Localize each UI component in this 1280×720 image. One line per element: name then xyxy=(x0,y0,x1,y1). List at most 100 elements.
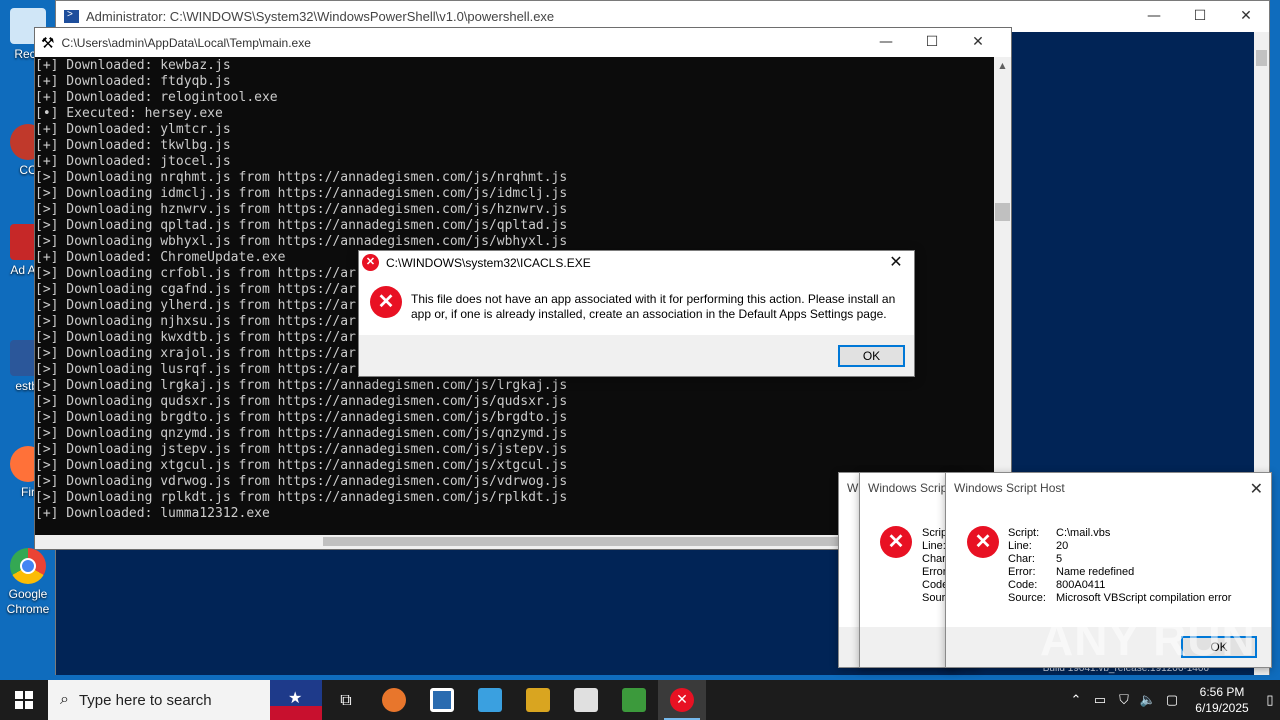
notifications-icon[interactable]: ▯ xyxy=(1260,692,1280,708)
display-icon[interactable]: ▢ xyxy=(1160,692,1184,708)
clock[interactable]: 6:56 PM 6/19/2025 xyxy=(1184,684,1260,716)
task-view-icon: ⧉ xyxy=(340,690,352,709)
console-title: C:\Users\admin\AppData\Local\Temp\main.e… xyxy=(61,35,311,50)
powershell-icon xyxy=(64,9,79,23)
taskbar-search[interactable]: ⌕ Type here to search xyxy=(48,680,322,720)
desktop-icon-chrome[interactable]: Google Chrome xyxy=(0,548,56,617)
error-icon: ✕ xyxy=(362,254,379,271)
console-line: [>] Downloading wbhyxl.js from https://a… xyxy=(35,234,568,249)
taskbar-app-error[interactable]: ✕ xyxy=(658,680,706,720)
detail-row: Line: 20 xyxy=(1008,540,1231,553)
task-view-button[interactable]: ⧉ xyxy=(322,680,370,720)
files-icon xyxy=(526,688,550,712)
close-icon[interactable]: ✕ xyxy=(955,28,1001,56)
console-line: [+] Downloaded: kewbaz.js xyxy=(35,58,231,73)
taskbar-app-files[interactable] xyxy=(514,680,562,720)
minimize-icon[interactable]: — xyxy=(1131,1,1177,31)
detail-value: 5 xyxy=(1056,553,1063,565)
error-icon: ✕ xyxy=(670,688,694,712)
scrollbar-thumb[interactable] xyxy=(1256,50,1267,66)
console-line: [>] Downloading jstepv.js from https://a… xyxy=(35,442,568,457)
detail-key: Line: xyxy=(1008,540,1032,552)
taskbar: ⌕ Type here to search ⧉ ✕ ⌃ ▭ ⛉ 🔈 ▢ 6:56… xyxy=(0,680,1280,720)
close-icon[interactable]: ✕ xyxy=(884,252,908,272)
console-line: [+] Downloaded: tkwlbg.js xyxy=(35,138,231,153)
monitor-icon xyxy=(478,688,502,712)
console-line: [>] Downloading nrqhmt.js from https://a… xyxy=(35,170,568,185)
detail-key: Code: xyxy=(1008,579,1038,591)
dialog-title: Windows Script Host xyxy=(954,481,1065,495)
console-line: [+] Downloaded: ftdyqb.js xyxy=(35,74,231,89)
detail-key: Source: xyxy=(1008,592,1046,604)
console-line: [+] Downloaded: relogintool.exe xyxy=(35,90,278,105)
close-icon[interactable]: ✕ xyxy=(1250,479,1263,499)
scroll-up-icon[interactable]: ▲ xyxy=(994,57,1011,74)
chevron-up-icon[interactable]: ⌃ xyxy=(1064,692,1088,708)
console-window-controls: — ☐ ✕ xyxy=(863,28,1001,56)
console-line: [•] Executed: hersey.exe xyxy=(35,106,223,121)
clock-date: 6/19/2025 xyxy=(1195,701,1249,715)
clock-time: 6:56 PM xyxy=(1199,685,1245,699)
scrollbar-thumb[interactable] xyxy=(323,537,863,546)
dialog-content: Windows Script Host ✕ ✕ Script: C:\mail.v… xyxy=(946,473,1271,627)
dialog-message: This file does not have an app associate… xyxy=(411,292,896,321)
powershell-window-controls: — ☐ ✕ xyxy=(1131,1,1269,31)
scrollbar-thumb[interactable] xyxy=(995,203,1010,221)
basketball-icon xyxy=(382,688,406,712)
console-line: [>] Downloading brgdto.js from https://a… xyxy=(35,410,568,425)
hammer-icon: ⚒ xyxy=(41,34,55,52)
dialog-title: C:\WINDOWS\system32\ICACLS.EXE xyxy=(386,255,591,270)
error-icon: ✕ xyxy=(967,526,999,558)
console-line: [>] Downloading hznwrv.js from https://a… xyxy=(35,202,568,217)
start-button[interactable] xyxy=(0,680,48,720)
desktop-icon-label: Google Chrome xyxy=(6,587,50,616)
console-line: [>] Downloading qudsxr.js from https://a… xyxy=(35,394,568,409)
windows-logo-icon xyxy=(15,691,33,709)
console-line: [>] Downloading lrgkaj.js from https://a… xyxy=(35,378,568,393)
app-window-icon xyxy=(430,688,454,712)
search-icon: ⌕ xyxy=(60,691,69,708)
error-icon: ✕ xyxy=(370,286,402,318)
search-placeholder: Type here to search xyxy=(78,691,212,709)
system-tray: ⌃ ▭ ⛉ 🔈 ▢ 6:56 PM 6/19/2025 ▯ xyxy=(1064,680,1280,720)
console-line: [>] Downloading qpltad.js from https://a… xyxy=(35,218,568,233)
detail-key: Char: xyxy=(1008,553,1035,565)
search-highlight-icon xyxy=(270,680,322,720)
maximize-icon[interactable]: ☐ xyxy=(1177,1,1223,31)
detail-value: 20 xyxy=(1056,540,1069,552)
ok-button[interactable]: OK xyxy=(838,345,905,367)
console-line: [+] Downloaded: jtocel.js xyxy=(35,154,231,169)
anyrun-watermark: ANY RUN xyxy=(1040,613,1256,665)
console-vertical-scrollbar[interactable]: ▲ ▼ xyxy=(994,57,1011,537)
taskbar-app-chart[interactable] xyxy=(610,680,658,720)
detail-value: Microsoft VBScript compilation error xyxy=(1056,592,1232,604)
taskbar-app-basketball[interactable] xyxy=(370,680,418,720)
detail-row: Char: 5 xyxy=(1008,553,1231,566)
maximize-icon[interactable]: ☐ xyxy=(909,28,955,56)
powershell-title: Administrator: C:\WINDOWS\System32\Windo… xyxy=(86,9,555,24)
security-icon[interactable]: ⛉ xyxy=(1112,692,1136,708)
chart-icon xyxy=(622,688,646,712)
chrome-icon xyxy=(10,548,46,584)
error-details: Script: C:\mail.vbs Line: 20 Char: 5 Error:… xyxy=(1008,527,1231,605)
network-icon[interactable]: ▭ xyxy=(1088,692,1112,708)
close-icon[interactable]: ✕ xyxy=(1223,1,1269,31)
taskbar-app-certificate[interactable] xyxy=(562,680,610,720)
error-icon: ✕ xyxy=(880,526,912,558)
taskbar-app-blue[interactable] xyxy=(418,680,466,720)
console-line: [>] Downloading idmclj.js from https://a… xyxy=(35,186,568,201)
detail-value: Name redefined xyxy=(1056,566,1135,578)
dialog-titlebar[interactable]: ✕ C:\WINDOWS\system32\ICACLS.EXE xyxy=(359,251,914,274)
icacls-error-dialog[interactable]: ✕ C:\WINDOWS\system32\ICACLS.EXE ✕ ✕ Thi… xyxy=(358,250,915,377)
detail-row: Error: Name redefined xyxy=(1008,566,1231,579)
detail-row: Code: 800A0411 xyxy=(1008,579,1231,592)
volume-icon[interactable]: 🔈 xyxy=(1136,692,1160,708)
detail-key: Script: xyxy=(1008,527,1040,539)
taskbar-app-monitor[interactable] xyxy=(466,680,514,720)
console-line: [>] Downloading qnzymd.js from https://a… xyxy=(35,426,568,441)
certificate-icon xyxy=(574,688,598,712)
detail-key: Error: xyxy=(1008,566,1036,578)
detail-row: Script: C:\mail.vbs xyxy=(1008,527,1231,540)
minimize-icon[interactable]: — xyxy=(863,28,909,56)
detail-value: 800A0411 xyxy=(1056,579,1106,591)
